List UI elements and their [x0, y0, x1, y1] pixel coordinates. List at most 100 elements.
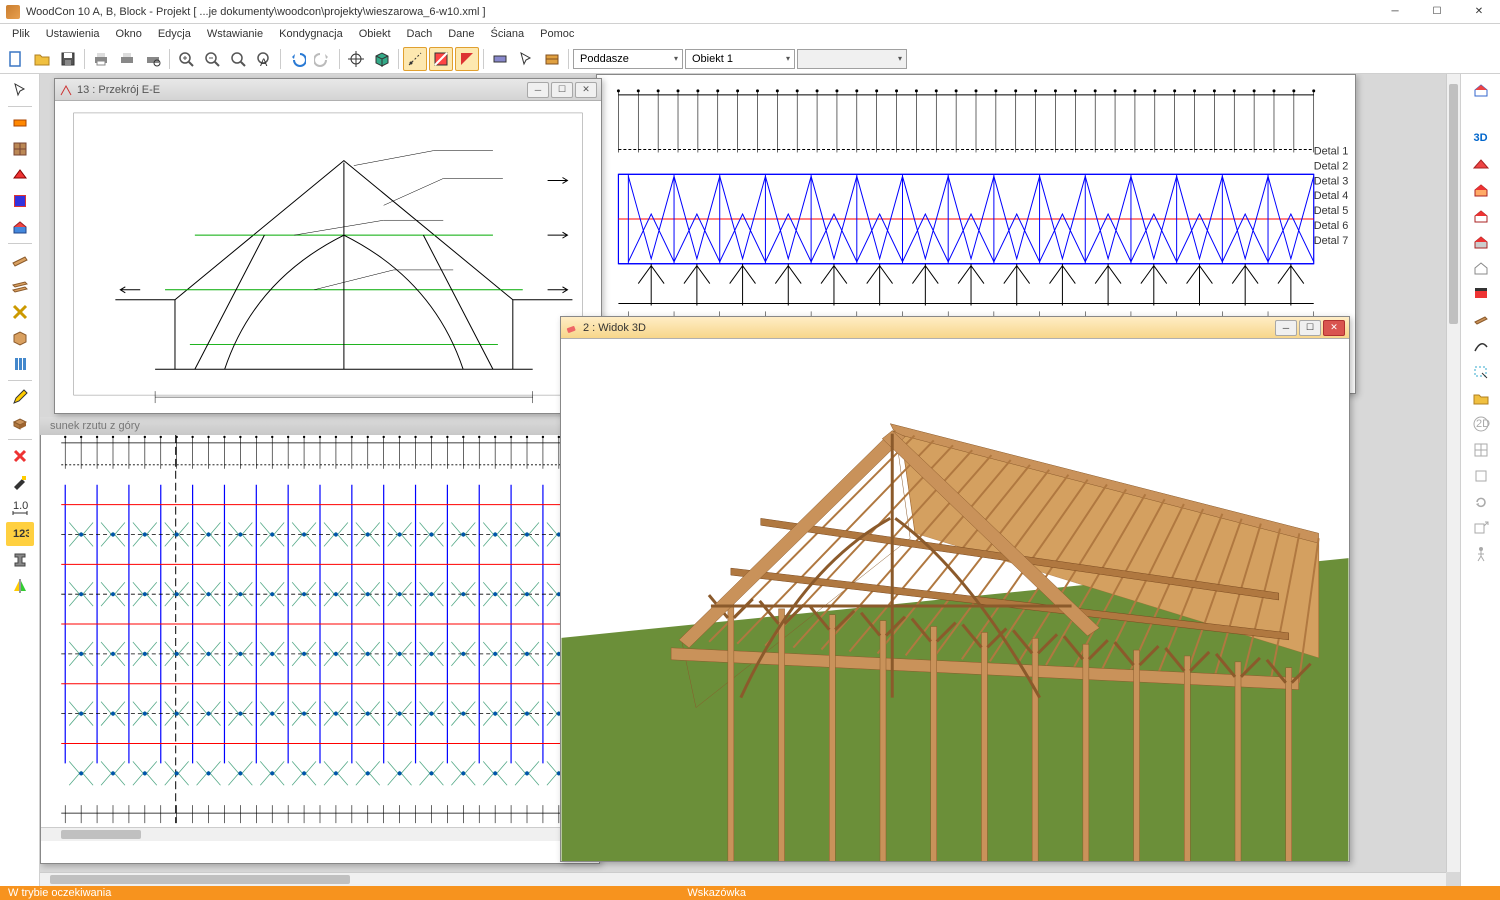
- window-tool[interactable]: [6, 137, 34, 161]
- right-grid[interactable]: [1467, 438, 1495, 462]
- print-preview-button[interactable]: [141, 47, 165, 71]
- menu-obiekt[interactable]: Obiekt: [351, 26, 399, 42]
- view3d-window[interactable]: 2 : Widok 3D ─ ☐ ✕: [560, 316, 1350, 862]
- section-drawing: [55, 101, 601, 413]
- box3d-tool[interactable]: [6, 326, 34, 350]
- right-rotate[interactable]: [1467, 490, 1495, 514]
- print-button[interactable]: [89, 47, 113, 71]
- menubar: Plik Ustawienia Okno Edycja Wstawianie K…: [0, 24, 1500, 44]
- separator: [483, 49, 484, 69]
- beam2-tool[interactable]: [6, 274, 34, 298]
- minimize-button[interactable]: ─: [1374, 0, 1416, 23]
- menu-sciana[interactable]: Ściana: [483, 26, 533, 42]
- child-close-button[interactable]: ✕: [575, 82, 597, 98]
- child-maximize-button[interactable]: ☐: [551, 82, 573, 98]
- child-close-button[interactable]: ✕: [1323, 320, 1345, 336]
- right-wire[interactable]: [1467, 256, 1495, 280]
- pointer-tool[interactable]: [6, 78, 34, 102]
- block-tool[interactable]: [6, 411, 34, 435]
- child-maximize-button[interactable]: ☐: [1299, 320, 1321, 336]
- right-plate[interactable]: [1467, 308, 1495, 332]
- section-window[interactable]: 13 : Przekrój E-E ─ ☐ ✕: [54, 78, 602, 414]
- pencil-tool[interactable]: [6, 385, 34, 409]
- chevron-down-icon: ▾: [898, 54, 902, 63]
- menu-kondygnacja[interactable]: Kondygnacja: [271, 26, 351, 42]
- house-right-icon[interactable]: [1467, 78, 1495, 102]
- zoom-in-button[interactable]: [174, 47, 198, 71]
- menu-edycja[interactable]: Edycja: [150, 26, 199, 42]
- right-walk[interactable]: [1467, 542, 1495, 566]
- redo-button[interactable]: [311, 47, 335, 71]
- scrollbar-horizontal[interactable]: [41, 827, 585, 841]
- status-mid: Wskazówka: [679, 887, 754, 899]
- target-icon[interactable]: [344, 47, 368, 71]
- layer-combo[interactable]: ▾: [797, 49, 907, 69]
- house-tool[interactable]: [6, 215, 34, 239]
- plan-window[interactable]: [40, 424, 600, 864]
- beam-tool[interactable]: [6, 248, 34, 272]
- right-house2[interactable]: [1467, 204, 1495, 228]
- status-left: W trybie oczekiwania: [0, 887, 119, 899]
- delete-tool[interactable]: [6, 444, 34, 468]
- child-minimize-button[interactable]: ─: [527, 82, 549, 98]
- undo-button[interactable]: [285, 47, 309, 71]
- menu-dane[interactable]: Dane: [440, 26, 482, 42]
- section-window-title: 13 : Przekrój E-E: [77, 84, 160, 96]
- steel-tool[interactable]: [6, 548, 34, 572]
- app-icon: [6, 5, 20, 19]
- menu-ustawienia[interactable]: Ustawienia: [38, 26, 108, 42]
- mdi-scrollbar-horizontal[interactable]: [40, 872, 1446, 886]
- fill-tool[interactable]: [6, 189, 34, 213]
- right-export[interactable]: [1467, 516, 1495, 540]
- menu-okno[interactable]: Okno: [108, 26, 150, 42]
- right-toolbar: 3D 2D: [1460, 74, 1500, 886]
- cross-tool[interactable]: [6, 300, 34, 324]
- 3d-mode-button[interactable]: 3D: [1467, 126, 1495, 150]
- zoom-out-button[interactable]: [200, 47, 224, 71]
- label-tool[interactable]: 123: [6, 522, 34, 546]
- menu-pomoc[interactable]: Pomoc: [532, 26, 582, 42]
- mode1-button[interactable]: [403, 47, 427, 71]
- zoom-fit-button[interactable]: [226, 47, 250, 71]
- mdi-scrollbar-vertical[interactable]: [1446, 74, 1460, 872]
- print2-button[interactable]: [115, 47, 139, 71]
- right-select[interactable]: [1467, 360, 1495, 384]
- columns-tool[interactable]: [6, 352, 34, 376]
- right-open[interactable]: [1467, 386, 1495, 410]
- menu-plik[interactable]: Plik: [4, 26, 38, 42]
- view3d-canvas[interactable]: [561, 339, 1349, 861]
- menu-dach[interactable]: Dach: [399, 26, 441, 42]
- maximize-button[interactable]: ☐: [1416, 0, 1458, 23]
- mirror-tool[interactable]: [6, 574, 34, 598]
- object-combo[interactable]: Obiekt 1▾: [685, 49, 795, 69]
- hatch-button[interactable]: [488, 47, 512, 71]
- right-roof1[interactable]: [1467, 152, 1495, 176]
- cube-icon[interactable]: [370, 47, 394, 71]
- separator: [8, 243, 32, 244]
- right-house3[interactable]: [1467, 230, 1495, 254]
- mode3-button[interactable]: [455, 47, 479, 71]
- open-file-button[interactable]: [30, 47, 54, 71]
- mode2-button[interactable]: [429, 47, 453, 71]
- close-button[interactable]: ✕: [1458, 0, 1500, 23]
- box-button[interactable]: [540, 47, 564, 71]
- storey-combo[interactable]: Poddasze▾: [573, 49, 683, 69]
- menu-wstawianie[interactable]: Wstawianie: [199, 26, 271, 42]
- zoom-actual-button[interactable]: A: [252, 47, 276, 71]
- new-file-button[interactable]: [4, 47, 28, 71]
- right-square[interactable]: [1467, 464, 1495, 488]
- roof-tool[interactable]: [6, 163, 34, 187]
- right-flag[interactable]: [1467, 282, 1495, 306]
- right-house1[interactable]: [1467, 178, 1495, 202]
- dimension-tool[interactable]: 1.0: [6, 496, 34, 520]
- cursor-button[interactable]: [514, 47, 538, 71]
- child-minimize-button[interactable]: ─: [1275, 320, 1297, 336]
- svg-text:Detal 3: Detal 3: [1314, 175, 1349, 187]
- right-curve[interactable]: [1467, 334, 1495, 358]
- wall-tool[interactable]: [6, 111, 34, 135]
- save-button[interactable]: [56, 47, 80, 71]
- edit-tool[interactable]: [6, 470, 34, 494]
- plan-label-bar: sunek rzutu z góry: [40, 417, 596, 435]
- right-2d[interactable]: 2D: [1467, 412, 1495, 436]
- window-title: WoodCon 10 A, B, Block - Projekt [ ...je…: [26, 6, 1374, 18]
